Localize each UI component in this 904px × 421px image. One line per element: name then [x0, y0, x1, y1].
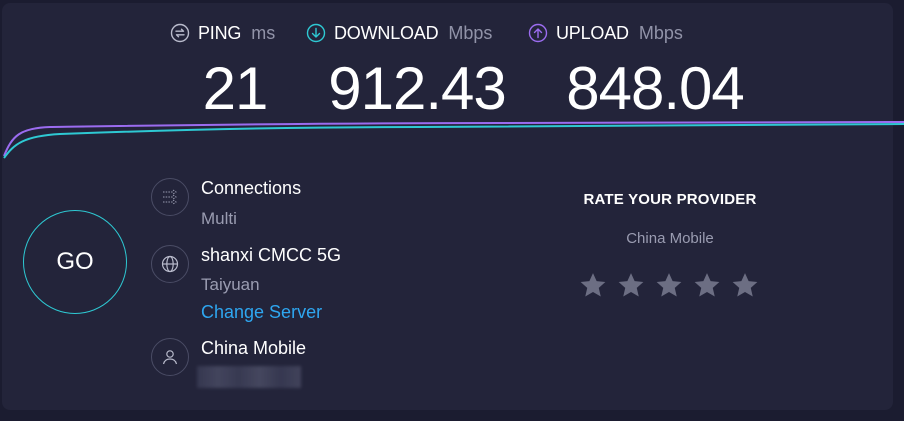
download-arrow-icon — [306, 23, 326, 43]
ping-label: PING — [198, 22, 242, 43]
masked-ip-address — [197, 366, 301, 388]
download-speed-line — [3, 123, 904, 159]
change-server-link[interactable]: Change Server — [201, 302, 322, 323]
upload-header: UPLOAD Mbps — [528, 18, 683, 48]
rating-stars — [578, 270, 760, 300]
upload-label: UPLOAD — [556, 22, 629, 43]
star-3-icon[interactable] — [654, 270, 684, 300]
globe-icon — [151, 245, 189, 283]
rate-provider-title: RATE YOUR PROVIDER — [583, 191, 757, 208]
ping-header: PING ms — [170, 18, 275, 48]
provider-name: China Mobile — [201, 338, 307, 358]
connections-icon — [151, 178, 189, 216]
upload-unit: Mbps — [638, 22, 683, 43]
upload-arrow-icon — [528, 23, 548, 43]
download-header: DOWNLOAD Mbps — [306, 18, 492, 48]
ping-icon — [170, 23, 190, 43]
star-5-icon[interactable] — [730, 270, 760, 300]
download-unit: Mbps — [448, 22, 493, 43]
go-button[interactable]: GO — [23, 210, 127, 314]
rate-provider-name: China Mobile — [626, 230, 714, 247]
connections-title: Connections — [201, 178, 302, 198]
star-1-icon[interactable] — [578, 270, 608, 300]
server-location: Taiyuan — [201, 275, 260, 294]
speed-graph — [3, 121, 904, 159]
server-name: shanxi CMCC 5G — [201, 245, 342, 265]
star-2-icon[interactable] — [616, 270, 646, 300]
star-4-icon[interactable] — [692, 270, 722, 300]
connections-value: Multi — [201, 209, 237, 228]
ping-unit: ms — [251, 22, 276, 43]
download-label: DOWNLOAD — [334, 22, 439, 43]
user-icon — [151, 338, 189, 376]
